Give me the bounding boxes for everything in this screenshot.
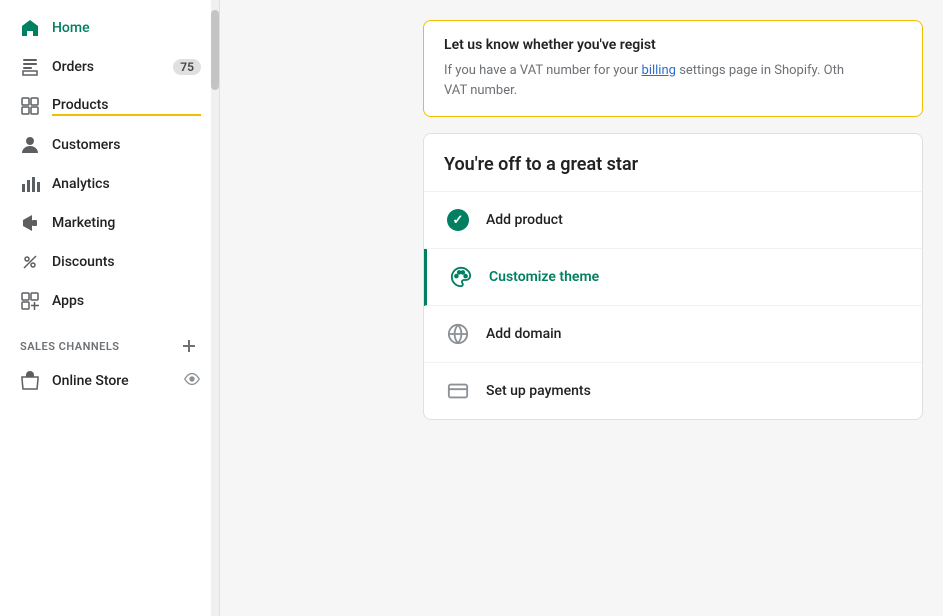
marketing-icon: [20, 213, 40, 233]
online-store-visibility-icon[interactable]: [183, 370, 201, 392]
checklist-item-add-domain[interactable]: Add domain: [424, 306, 922, 363]
discounts-icon: [20, 252, 40, 272]
sales-channels-label: SALES CHANNELS: [20, 340, 179, 353]
products-icon: [20, 96, 40, 116]
set-up-payments-icon: [444, 377, 472, 405]
checklist-item-set-up-payments[interactable]: Set up payments: [424, 363, 922, 419]
sidebar-item-label-orders: Orders: [52, 59, 173, 75]
check-complete-icon: [447, 209, 469, 231]
checklist-item-add-product[interactable]: Add product: [424, 192, 922, 249]
home-icon: [20, 18, 40, 38]
sidebar-nav: Home Orders 75: [0, 0, 219, 616]
sidebar-item-apps[interactable]: Apps: [6, 282, 213, 320]
checklist-label-customize-theme: Customize theme: [489, 269, 599, 285]
sidebar-item-home[interactable]: Home: [6, 9, 213, 47]
sales-channels-header: SALES CHANNELS: [6, 328, 213, 360]
sidebar-item-label-customers: Customers: [52, 137, 201, 153]
getting-started-card: You're off to a great star Add product C…: [423, 133, 923, 420]
sidebar-item-customers[interactable]: Customers: [6, 126, 213, 164]
analytics-icon: [20, 174, 40, 194]
sidebar-item-analytics[interactable]: Analytics: [6, 165, 213, 203]
sidebar-item-label-discounts: Discounts: [52, 254, 201, 270]
add-product-icon: [444, 206, 472, 234]
checklist-label-add-product: Add product: [486, 212, 563, 228]
sidebar-item-online-store[interactable]: Online Store: [6, 361, 213, 401]
vat-body-text1: If you have a VAT number for your: [444, 63, 638, 78]
vat-billing-link[interactable]: billing: [642, 63, 676, 78]
sidebar-item-label-apps: Apps: [52, 293, 201, 309]
add-domain-icon: [444, 320, 472, 348]
orders-icon: [20, 57, 40, 77]
checklist-label-add-domain: Add domain: [486, 326, 561, 342]
checklist-item-customize-theme[interactable]: Customize theme: [424, 249, 922, 306]
sales-channels-add-button[interactable]: [179, 336, 199, 356]
sidebar-scrollbar[interactable]: [211, 0, 219, 616]
orders-badge: 75: [173, 59, 201, 75]
vat-body-text3: VAT number.: [444, 83, 517, 98]
apps-icon: [20, 291, 40, 311]
vat-notice-title: Let us know whether you've regist: [444, 37, 902, 53]
sidebar-item-label-online-store: Online Store: [52, 373, 183, 389]
sidebar: Home Orders 75: [0, 0, 220, 616]
sidebar-item-products[interactable]: Products: [6, 87, 213, 125]
sidebar-item-label-analytics: Analytics: [52, 176, 201, 192]
vat-notice-card: Let us know whether you've regist If you…: [423, 20, 923, 117]
customers-icon: [20, 135, 40, 155]
getting-started-title: You're off to a great star: [424, 134, 922, 192]
customize-theme-icon: [447, 263, 475, 291]
sidebar-item-label-home: Home: [52, 20, 201, 36]
sidebar-item-label-products: Products: [52, 97, 201, 116]
checklist-label-set-up-payments: Set up payments: [486, 383, 591, 399]
sidebar-item-marketing[interactable]: Marketing: [6, 204, 213, 242]
sidebar-item-orders[interactable]: Orders 75: [6, 48, 213, 86]
vat-body-text2: settings page in Shopify. Oth: [679, 63, 844, 78]
main-content: Let us know whether you've regist If you…: [220, 0, 943, 616]
vat-notice-body: If you have a VAT number for your billin…: [444, 61, 902, 100]
sidebar-item-label-marketing: Marketing: [52, 215, 201, 231]
sidebar-scrollbar-thumb: [211, 10, 219, 90]
store-icon: [20, 371, 40, 391]
sidebar-item-discounts[interactable]: Discounts: [6, 243, 213, 281]
